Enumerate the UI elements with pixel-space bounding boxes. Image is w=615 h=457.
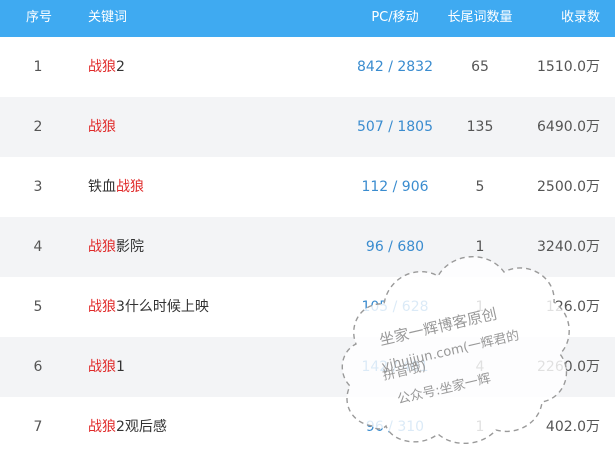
- row-pc-mobile[interactable]: 142 / 401: [340, 357, 450, 377]
- keyword-highlight: 战狼: [88, 59, 116, 75]
- keyword-highlight: 战狼: [88, 299, 116, 315]
- row-keyword[interactable]: 铁血战狼: [88, 177, 144, 197]
- header-pc-mobile[interactable]: PC/移动: [340, 8, 450, 28]
- row-pc-mobile[interactable]: 105 / 628: [340, 297, 450, 317]
- row-keyword[interactable]: 战狼: [88, 117, 116, 137]
- keyword-suffix: 1: [116, 359, 125, 375]
- row-long-tail: 1: [475, 239, 485, 255]
- keyword-highlight: 战狼: [88, 239, 116, 255]
- row-indexed: 126.0万: [545, 299, 600, 315]
- row-indexed: 2500.0万: [537, 179, 600, 195]
- row-long-tail: 4: [475, 359, 485, 375]
- row-indexed: 402.0万: [545, 419, 600, 435]
- table-row: 2 战狼 507 / 1805 135 6490.0万: [0, 97, 615, 157]
- row-no: 1: [33, 59, 43, 75]
- row-long-tail: 65: [471, 59, 489, 75]
- row-pc-mobile[interactable]: 842 / 2832: [340, 57, 450, 77]
- keyword-suffix: 影院: [116, 239, 144, 255]
- row-no: 3: [33, 179, 43, 195]
- keyword-suffix: 2: [116, 59, 125, 75]
- header-indexed[interactable]: 收录数: [522, 8, 600, 28]
- row-indexed: 6490.0万: [537, 119, 600, 135]
- table-row: 1 战狼2 842 / 2832 65 1510.0万: [0, 37, 615, 97]
- row-long-tail: 5: [475, 179, 485, 195]
- header-long-tail[interactable]: 长尾词数量: [445, 8, 515, 28]
- row-keyword[interactable]: 战狼2观后感: [88, 417, 167, 437]
- keyword-suffix: 3什么时候上映: [116, 299, 209, 315]
- keyword-highlight: 战狼: [116, 179, 144, 195]
- keyword-table: 序号 关键词 PC/移动 长尾词数量 收录数 1 战狼2 842 / 2832 …: [0, 0, 615, 457]
- header-no[interactable]: 序号: [26, 8, 52, 28]
- row-pc-mobile[interactable]: 112 / 906: [340, 177, 450, 197]
- row-no: 4: [33, 239, 43, 255]
- row-keyword[interactable]: 战狼1: [88, 357, 125, 377]
- table-row: 3 铁血战狼 112 / 906 5 2500.0万: [0, 157, 615, 217]
- row-no: 2: [33, 119, 43, 135]
- keyword-prefix: 铁血: [88, 179, 116, 195]
- row-long-tail: 1: [475, 299, 485, 315]
- table-row: 5 战狼3什么时候上映 105 / 628 1 126.0万: [0, 277, 615, 337]
- row-pc-mobile[interactable]: 96 / 310: [340, 417, 450, 437]
- header-keyword[interactable]: 关键词: [88, 8, 127, 28]
- row-no: 5: [33, 299, 43, 315]
- row-pc-mobile[interactable]: 507 / 1805: [340, 117, 450, 137]
- row-no: 6: [33, 359, 43, 375]
- row-long-tail: 1: [475, 419, 485, 435]
- keyword-highlight: 战狼: [88, 119, 116, 135]
- row-pc-mobile[interactable]: 96 / 680: [340, 237, 450, 257]
- row-no: 7: [33, 419, 43, 435]
- row-indexed: 1510.0万: [537, 59, 600, 75]
- row-indexed: 2260.0万: [537, 359, 600, 375]
- row-indexed: 3240.0万: [537, 239, 600, 255]
- table-row: 4 战狼影院 96 / 680 1 3240.0万: [0, 217, 615, 277]
- row-keyword[interactable]: 战狼3什么时候上映: [88, 297, 209, 317]
- row-keyword[interactable]: 战狼2: [88, 57, 125, 77]
- row-keyword[interactable]: 战狼影院: [88, 237, 144, 257]
- row-long-tail: 135: [466, 119, 494, 135]
- keyword-suffix: 2观后感: [116, 419, 167, 435]
- table-row: 6 战狼1 142 / 401 4 2260.0万: [0, 337, 615, 397]
- table-row: 7 战狼2观后感 96 / 310 1 402.0万: [0, 397, 615, 457]
- keyword-highlight: 战狼: [88, 359, 116, 375]
- keyword-highlight: 战狼: [88, 419, 116, 435]
- table-header: 序号 关键词 PC/移动 长尾词数量 收录数: [0, 0, 615, 37]
